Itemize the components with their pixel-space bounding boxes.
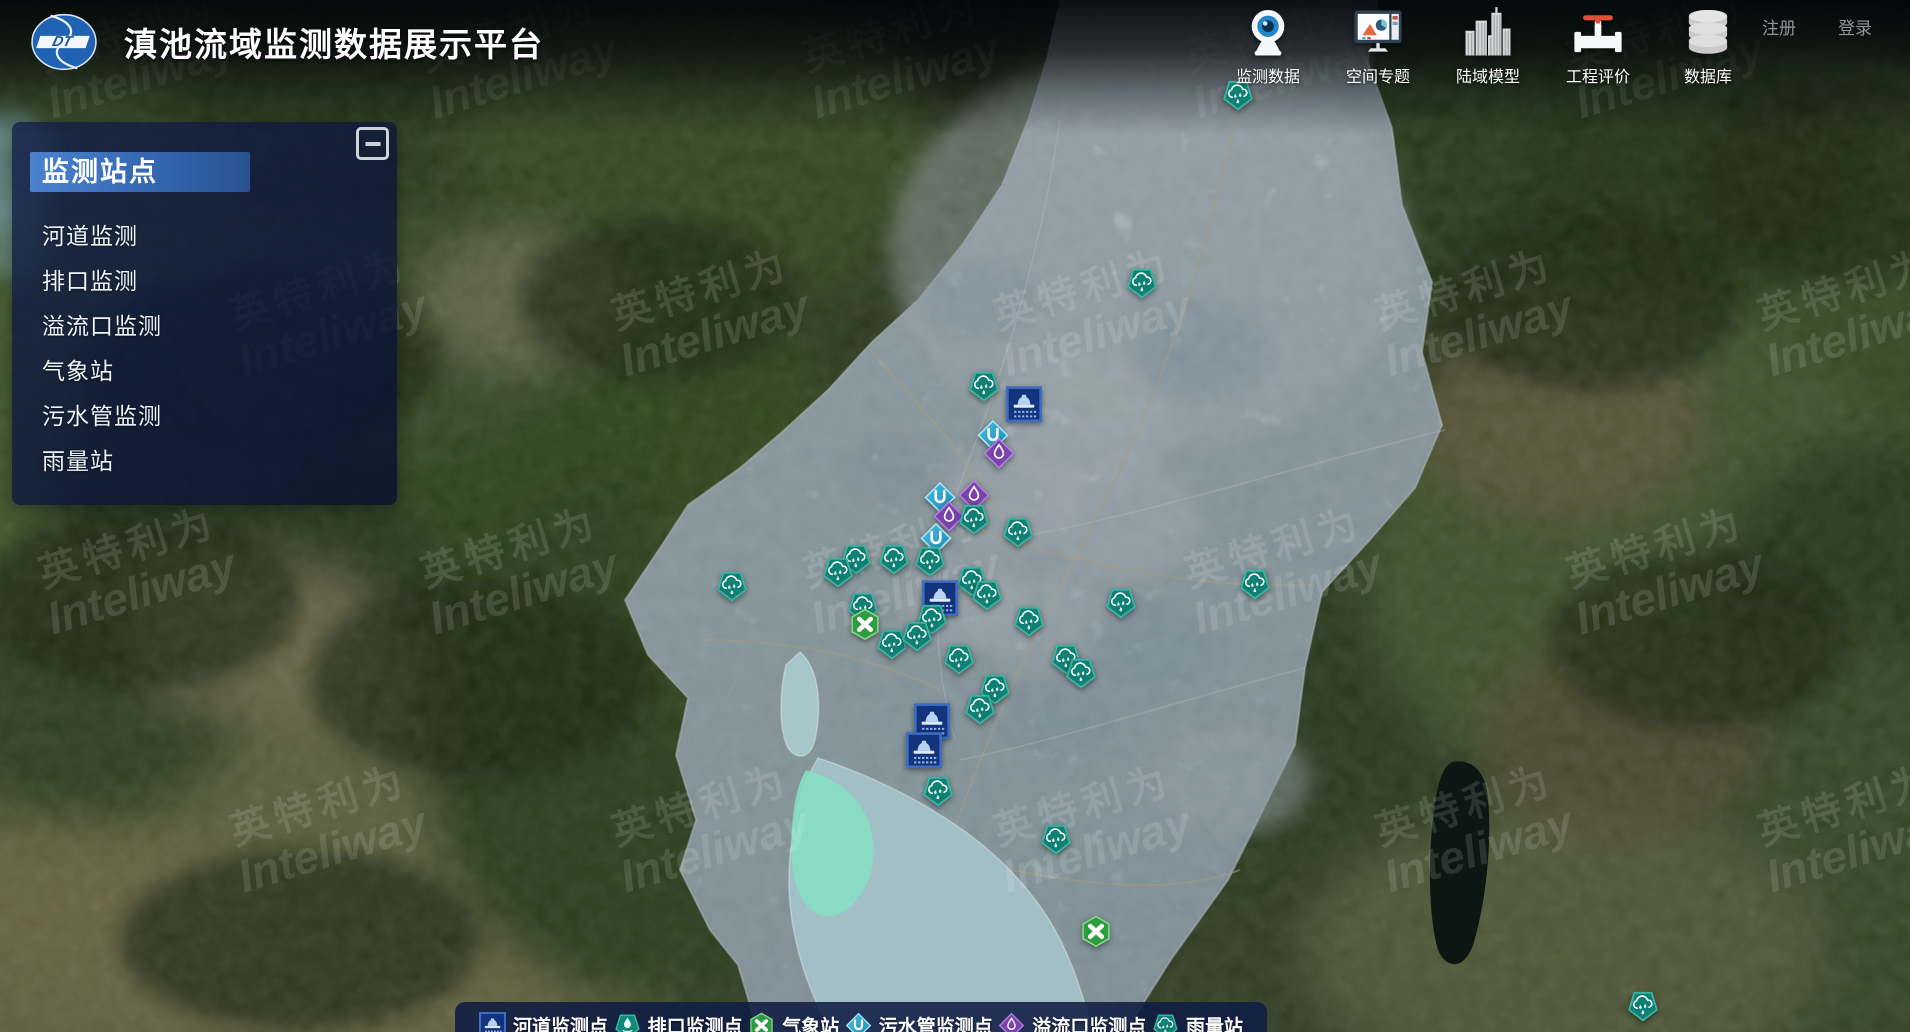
marker-rain[interactable] <box>921 773 954 806</box>
marker-rain[interactable] <box>1105 586 1138 619</box>
minimize-icon[interactable] <box>356 127 389 160</box>
legend-label: 污水管监测点 <box>879 1012 993 1032</box>
legend-item-rain[interactable]: 雨量站 <box>1152 1012 1243 1032</box>
marker-rain[interactable] <box>900 619 933 652</box>
marker-rain[interactable] <box>967 369 1000 402</box>
marker-rain[interactable] <box>971 578 1004 611</box>
panel-menu: 河道监测 排口监测 溢流口监测 气象站 污水管监测 雨量站 <box>12 214 397 484</box>
marker-rain[interactable] <box>822 555 855 588</box>
main-nav: 监测数据 空间专题 <box>1222 6 1754 87</box>
nav-label: 数据库 <box>1684 63 1732 87</box>
menu-item-overflow-monitor[interactable]: 溢流口监测 <box>12 304 397 349</box>
legend-label: 雨量站 <box>1186 1012 1243 1032</box>
marker-overflow[interactable] <box>982 437 1015 470</box>
rain-marker-icon <box>1152 1012 1179 1032</box>
outlet-marker-icon <box>614 1012 641 1032</box>
auth-links: 注册 登录 <box>1762 14 1872 39</box>
legend-label: 气象站 <box>782 1012 839 1032</box>
legend-item-outlet[interactable]: 排口监测点 <box>614 1012 743 1032</box>
menu-item-weather-station[interactable]: 气象站 <box>12 349 397 394</box>
monitor-station-panel: 监测站点 河道监测 排口监测 溢流口监测 气象站 污水管监测 雨量站 <box>12 122 397 505</box>
database-icon <box>1681 6 1735 60</box>
marker-rain[interactable] <box>877 542 910 575</box>
pipe-valve-icon <box>1571 6 1625 60</box>
marker-river[interactable] <box>906 733 942 769</box>
overflow-marker-icon <box>998 1012 1025 1032</box>
marker-rain[interactable] <box>1002 514 1035 547</box>
nav-label: 工程评价 <box>1566 63 1630 87</box>
weather-marker-icon <box>748 1012 775 1032</box>
page-title: 滇池流域监测数据展示平台 <box>124 18 544 66</box>
marker-rain[interactable] <box>963 692 996 725</box>
marker-rain[interactable] <box>715 569 748 602</box>
monitor-chart-icon <box>1351 6 1405 60</box>
top-header: DT 滇池流域监测数据展示平台 监测数据 <box>0 0 1910 95</box>
marker-rain[interactable] <box>1238 567 1271 600</box>
menu-item-rain-station[interactable]: 雨量站 <box>12 439 397 484</box>
river-marker-icon <box>479 1012 506 1032</box>
menu-item-river-monitor[interactable]: 河道监测 <box>12 214 397 259</box>
login-link[interactable]: 登录 <box>1838 14 1872 39</box>
city-buildings-icon <box>1461 6 1515 60</box>
menu-item-outlet-monitor[interactable]: 排口监测 <box>12 259 397 304</box>
app-stage: 英特利为Inteliway英特利为Inteliway英特利为Inteliway英… <box>0 0 1910 1032</box>
menu-item-sewage-monitor[interactable]: 污水管监测 <box>12 394 397 439</box>
nav-item-monitor-data[interactable]: 监测数据 <box>1222 6 1314 87</box>
marker-river[interactable] <box>1006 386 1042 422</box>
marker-rain[interactable] <box>942 642 975 675</box>
marker-rain[interactable] <box>1065 656 1098 689</box>
legend-label: 河道监测点 <box>513 1012 608 1032</box>
nav-label: 监测数据 <box>1236 63 1300 87</box>
nav-label: 陆域模型 <box>1456 63 1520 87</box>
legend-item-weather[interactable]: 气象站 <box>748 1012 839 1032</box>
marker-weather[interactable] <box>1080 915 1113 948</box>
marker-rain[interactable] <box>1626 989 1659 1022</box>
webcam-icon <box>1241 6 1295 60</box>
nav-item-land-model[interactable]: 陆域模型 <box>1442 6 1534 87</box>
legend-item-overflow[interactable]: 溢流口监测点 <box>998 1012 1146 1032</box>
nav-item-project-eval[interactable]: 工程评价 <box>1552 6 1644 87</box>
marker-rain[interactable] <box>914 544 947 577</box>
legend-label: 排口监测点 <box>648 1012 743 1032</box>
nav-label: 空间专题 <box>1346 63 1410 87</box>
legend-label: 溢流口监测点 <box>1032 1012 1146 1032</box>
marker-rain[interactable] <box>1126 266 1159 299</box>
marker-rain[interactable] <box>1013 604 1046 637</box>
map-legend: 河道监测点 排口监测点 气象站 污水管监测点 溢流口监测点 <box>455 1002 1267 1032</box>
sewage-marker-icon <box>845 1012 872 1032</box>
brand: DT 滇池流域监测数据展示平台 <box>30 12 544 72</box>
nav-item-database[interactable]: 数据库 <box>1662 6 1754 87</box>
legend-item-river[interactable]: 河道监测点 <box>479 1012 608 1032</box>
nav-item-spatial-theme[interactable]: 空间专题 <box>1332 6 1424 87</box>
marker-rain[interactable] <box>958 502 991 535</box>
platform-logo: DT <box>30 12 98 72</box>
marker-rain[interactable] <box>1040 822 1073 855</box>
register-link[interactable]: 注册 <box>1762 14 1796 39</box>
legend-item-sewage[interactable]: 污水管监测点 <box>845 1012 993 1032</box>
panel-title[interactable]: 监测站点 <box>30 152 250 192</box>
